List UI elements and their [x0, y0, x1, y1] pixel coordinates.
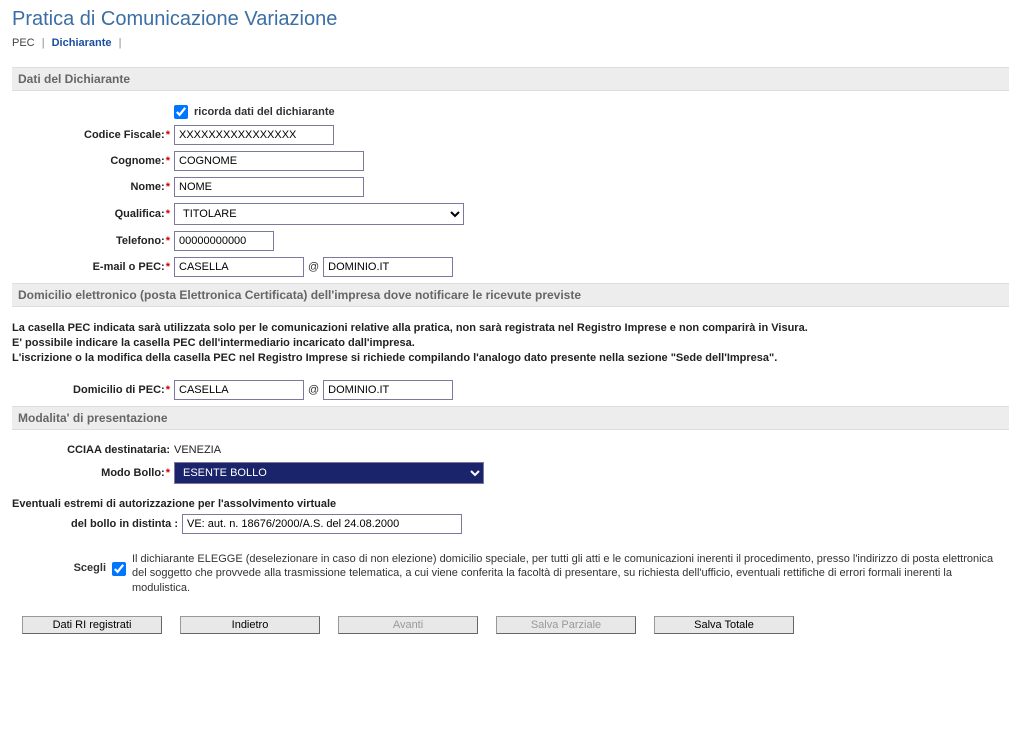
label-modo-bollo: Modo Bollo:*	[12, 467, 174, 479]
domicilio-pec-local-input[interactable]	[174, 380, 304, 400]
label-nome: Nome:*	[12, 181, 174, 193]
salva-parziale-button[interactable]: Salva Parziale	[496, 616, 636, 634]
label-qualifica: Qualifica:*	[12, 208, 174, 220]
salva-totale-button[interactable]: Salva Totale	[654, 616, 794, 634]
scegli-text: Il dichiarante ELEGGE (deselezionare in …	[126, 552, 1009, 597]
distinta-input[interactable]	[182, 514, 462, 534]
cciaa-value: VENEZIA	[174, 444, 221, 456]
at-symbol: @	[308, 261, 319, 273]
estremi-header: Eventuali estremi di autorizzazione per …	[12, 498, 1009, 510]
label-codice-fiscale: Codice Fiscale:*	[12, 129, 174, 141]
section-dati-dichiarante: Dati del Dichiarante	[12, 67, 1009, 91]
section-domicilio-elettronico: Domicilio elettronico (posta Elettronica…	[12, 283, 1009, 307]
label-domicilio-pec: Domicilio di PEC:*	[12, 384, 174, 396]
cognome-input[interactable]	[174, 151, 364, 171]
breadcrumb-dichiarante[interactable]: Dichiarante	[52, 37, 112, 49]
telefono-input[interactable]	[174, 231, 274, 251]
breadcrumb-sep: |	[42, 37, 45, 49]
domicilio-pec-domain-input[interactable]	[323, 380, 453, 400]
indietro-button[interactable]: Indietro	[180, 616, 320, 634]
at-symbol: @	[308, 384, 319, 396]
remember-label: ricorda dati del dichiarante	[194, 106, 335, 118]
codice-fiscale-input[interactable]	[174, 125, 334, 145]
section-modalita-presentazione: Modalita' di presentazione	[12, 406, 1009, 430]
scegli-checkbox[interactable]	[112, 562, 126, 576]
page-title: Pratica di Comunicazione Variazione	[12, 8, 1009, 31]
label-scegli: Scegli	[12, 552, 112, 574]
info-text-pec: La casella PEC indicata sarà utilizzata …	[12, 321, 1009, 366]
label-cognome: Cognome:*	[12, 155, 174, 167]
label-cciaa: CCIAA destinataria:	[12, 444, 174, 456]
breadcrumb: PEC | Dichiarante |	[12, 37, 1009, 49]
label-email-pec: E-mail o PEC:*	[12, 261, 174, 273]
label-telefono: Telefono:*	[12, 235, 174, 247]
email-local-input[interactable]	[174, 257, 304, 277]
dati-ri-registrati-button[interactable]: Dati RI registrati	[22, 616, 162, 634]
nome-input[interactable]	[174, 177, 364, 197]
label-distinta: del bollo in distinta :	[12, 518, 182, 530]
modo-bollo-select[interactable]: ESENTE BOLLO	[174, 462, 484, 484]
remember-checkbox[interactable]	[174, 105, 188, 119]
breadcrumb-sep: |	[119, 37, 122, 49]
email-domain-input[interactable]	[323, 257, 453, 277]
button-bar: Dati RI registrati Indietro Avanti Salva…	[12, 616, 1009, 634]
breadcrumb-pec[interactable]: PEC	[12, 37, 35, 49]
qualifica-select[interactable]: TITOLARE	[174, 203, 464, 225]
avanti-button[interactable]: Avanti	[338, 616, 478, 634]
